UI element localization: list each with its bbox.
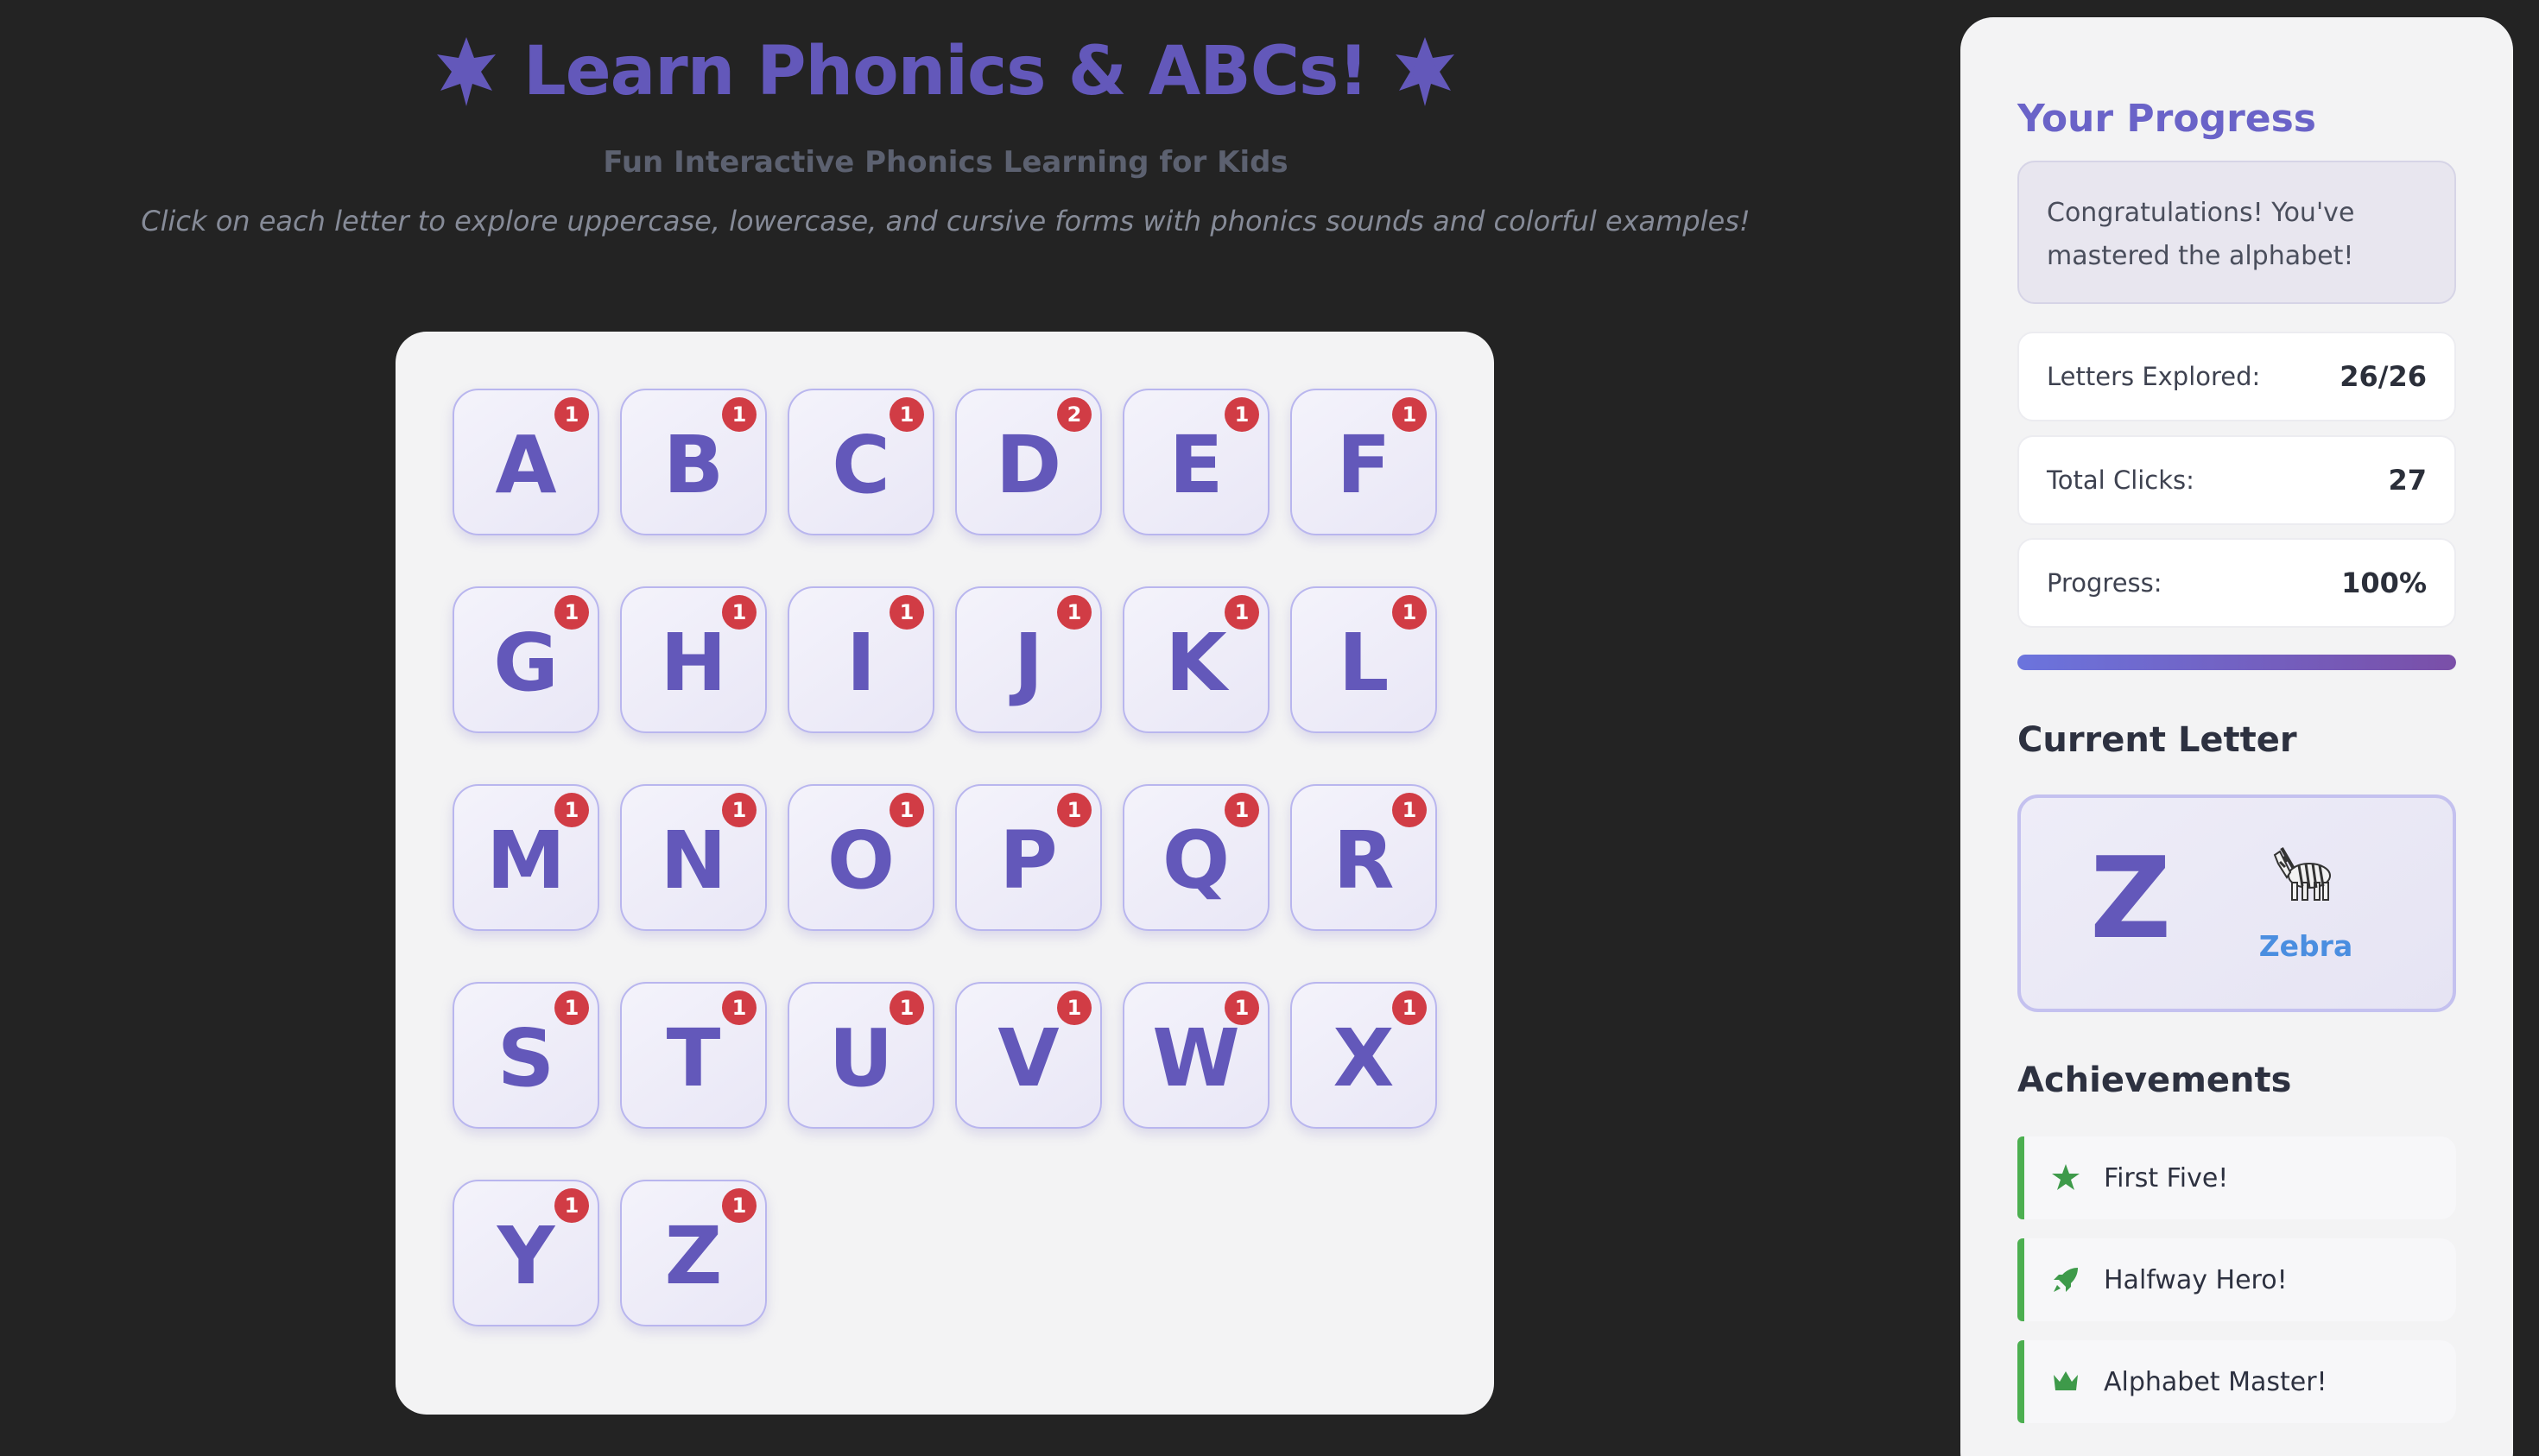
click-count-badge: 1: [890, 793, 924, 827]
letter-tile-r[interactable]: R1: [1290, 784, 1437, 931]
letter-tile-i[interactable]: I1: [788, 586, 934, 733]
click-count-badge: 2: [1057, 397, 1092, 432]
click-count-badge: 1: [1057, 793, 1092, 827]
achievement-item: Halfway Hero!: [2017, 1238, 2456, 1321]
click-count-badge: 1: [554, 397, 589, 432]
letter-tile-m[interactable]: M1: [453, 784, 599, 931]
stat-label: Progress:: [2047, 568, 2162, 598]
letter-tile-c[interactable]: C1: [788, 389, 934, 535]
click-count-badge: 1: [1392, 397, 1427, 432]
click-count-badge: 1: [890, 595, 924, 630]
letter-tile-v[interactable]: V1: [955, 982, 1102, 1129]
letter-tile-j[interactable]: J1: [955, 586, 1102, 733]
achievements-heading: Achievements: [2017, 1060, 2292, 1100]
letter-tile-g[interactable]: G1: [453, 586, 599, 733]
current-letter: Z: [2090, 832, 2172, 964]
app-page: Learn Phonics & ABCs! Fun Interactive Ph…: [0, 0, 2539, 1456]
letter-tile-b[interactable]: B1: [620, 389, 767, 535]
click-count-badge: 1: [1392, 595, 1427, 630]
achievement-label: Alphabet Master!: [2104, 1366, 2327, 1397]
letter-tile-e[interactable]: E1: [1123, 389, 1270, 535]
click-count-badge: 1: [1057, 595, 1092, 630]
letter-tile-w[interactable]: W1: [1123, 982, 1270, 1129]
click-count-badge: 1: [1225, 991, 1259, 1025]
rocket-icon: [2050, 1264, 2081, 1295]
click-count-badge: 1: [1392, 991, 1427, 1025]
letter-tile-l[interactable]: L1: [1290, 586, 1437, 733]
stat-progress: Progress: 100%: [2017, 538, 2456, 628]
letter-tile-k[interactable]: K1: [1123, 586, 1270, 733]
page-subtitle: Fun Interactive Phonics Learning for Kid…: [603, 145, 1288, 180]
letter-tile-y[interactable]: Y1: [453, 1180, 599, 1326]
crown-icon: [2050, 1366, 2081, 1397]
star-icon: [2050, 1162, 2081, 1193]
letter-board: A1B1C1D2E1F1 G1H1I1J1K1L1 M1N1O1P1Q1R1 S1T1…: [396, 332, 1494, 1415]
achievement-item: Alphabet Master!: [2017, 1340, 2456, 1423]
stat-label: Letters Explored:: [2047, 362, 2261, 391]
click-count-badge: 1: [1392, 793, 1427, 827]
progress-bar: [2017, 655, 2456, 670]
click-count-badge: 1: [722, 991, 757, 1025]
click-count-badge: 1: [722, 397, 757, 432]
progress-sidebar: Your Progress Congratulations! You've ma…: [1960, 17, 2513, 1456]
current-letter-heading: Current Letter: [2017, 720, 2297, 760]
progress-bar-fill: [2017, 655, 2456, 670]
instructions-text: Click on each letter to explore uppercas…: [141, 205, 1751, 237]
letter-tile-p[interactable]: P1: [955, 784, 1102, 931]
click-count-badge: 1: [890, 397, 924, 432]
progress-heading: Your Progress: [2017, 97, 2316, 141]
star-icon: [434, 35, 499, 108]
letter-tile-f[interactable]: F1: [1290, 389, 1437, 535]
achievement-label: Halfway Hero!: [2104, 1264, 2288, 1295]
achievement-item: First Five!: [2017, 1136, 2456, 1219]
click-count-badge: 1: [554, 595, 589, 630]
congrats-message: Congratulations! You've mastered the alp…: [2017, 161, 2456, 304]
stat-total-clicks: Total Clicks: 27: [2017, 435, 2456, 525]
click-count-badge: 1: [722, 595, 757, 630]
achievement-label: First Five!: [2104, 1162, 2229, 1193]
letter-tile-n[interactable]: N1: [620, 784, 767, 931]
page-title-text: Learn Phonics & ABCs!: [523, 33, 1369, 111]
click-count-badge: 1: [1225, 595, 1259, 630]
letter-tile-q[interactable]: Q1: [1123, 784, 1270, 931]
stat-value: 27: [2388, 464, 2427, 497]
letter-tile-a[interactable]: A1: [453, 389, 599, 535]
click-count-badge: 1: [722, 793, 757, 827]
click-count-badge: 1: [1057, 991, 1092, 1025]
current-letter-card[interactable]: Z Zebra: [2017, 794, 2456, 1012]
click-count-badge: 1: [554, 991, 589, 1025]
letter-tile-o[interactable]: O1: [788, 784, 934, 931]
star-icon: [1392, 35, 1458, 108]
click-count-badge: 1: [554, 793, 589, 827]
click-count-badge: 1: [1225, 793, 1259, 827]
stat-letters-explored: Letters Explored: 26/26: [2017, 332, 2456, 421]
click-count-badge: 1: [722, 1188, 757, 1223]
click-count-badge: 1: [1225, 397, 1259, 432]
click-count-badge: 1: [554, 1188, 589, 1223]
letter-tile-x[interactable]: X1: [1290, 982, 1437, 1129]
stat-value: 100%: [2341, 567, 2427, 599]
page-title: Learn Phonics & ABCs!: [0, 24, 1891, 119]
letter-tile-s[interactable]: S1: [453, 982, 599, 1129]
letter-tile-u[interactable]: U1: [788, 982, 934, 1129]
stat-value: 26/26: [2340, 360, 2427, 393]
letter-tile-h[interactable]: H1: [620, 586, 767, 733]
zebra-icon: [2273, 843, 2340, 903]
click-count-badge: 1: [890, 991, 924, 1025]
letter-tile-d[interactable]: D2: [955, 389, 1102, 535]
stat-label: Total Clicks:: [2047, 465, 2194, 495]
letter-tile-t[interactable]: T1: [620, 982, 767, 1129]
current-example-word: Zebra: [2258, 929, 2353, 963]
letter-tile-z[interactable]: Z1: [620, 1180, 767, 1326]
